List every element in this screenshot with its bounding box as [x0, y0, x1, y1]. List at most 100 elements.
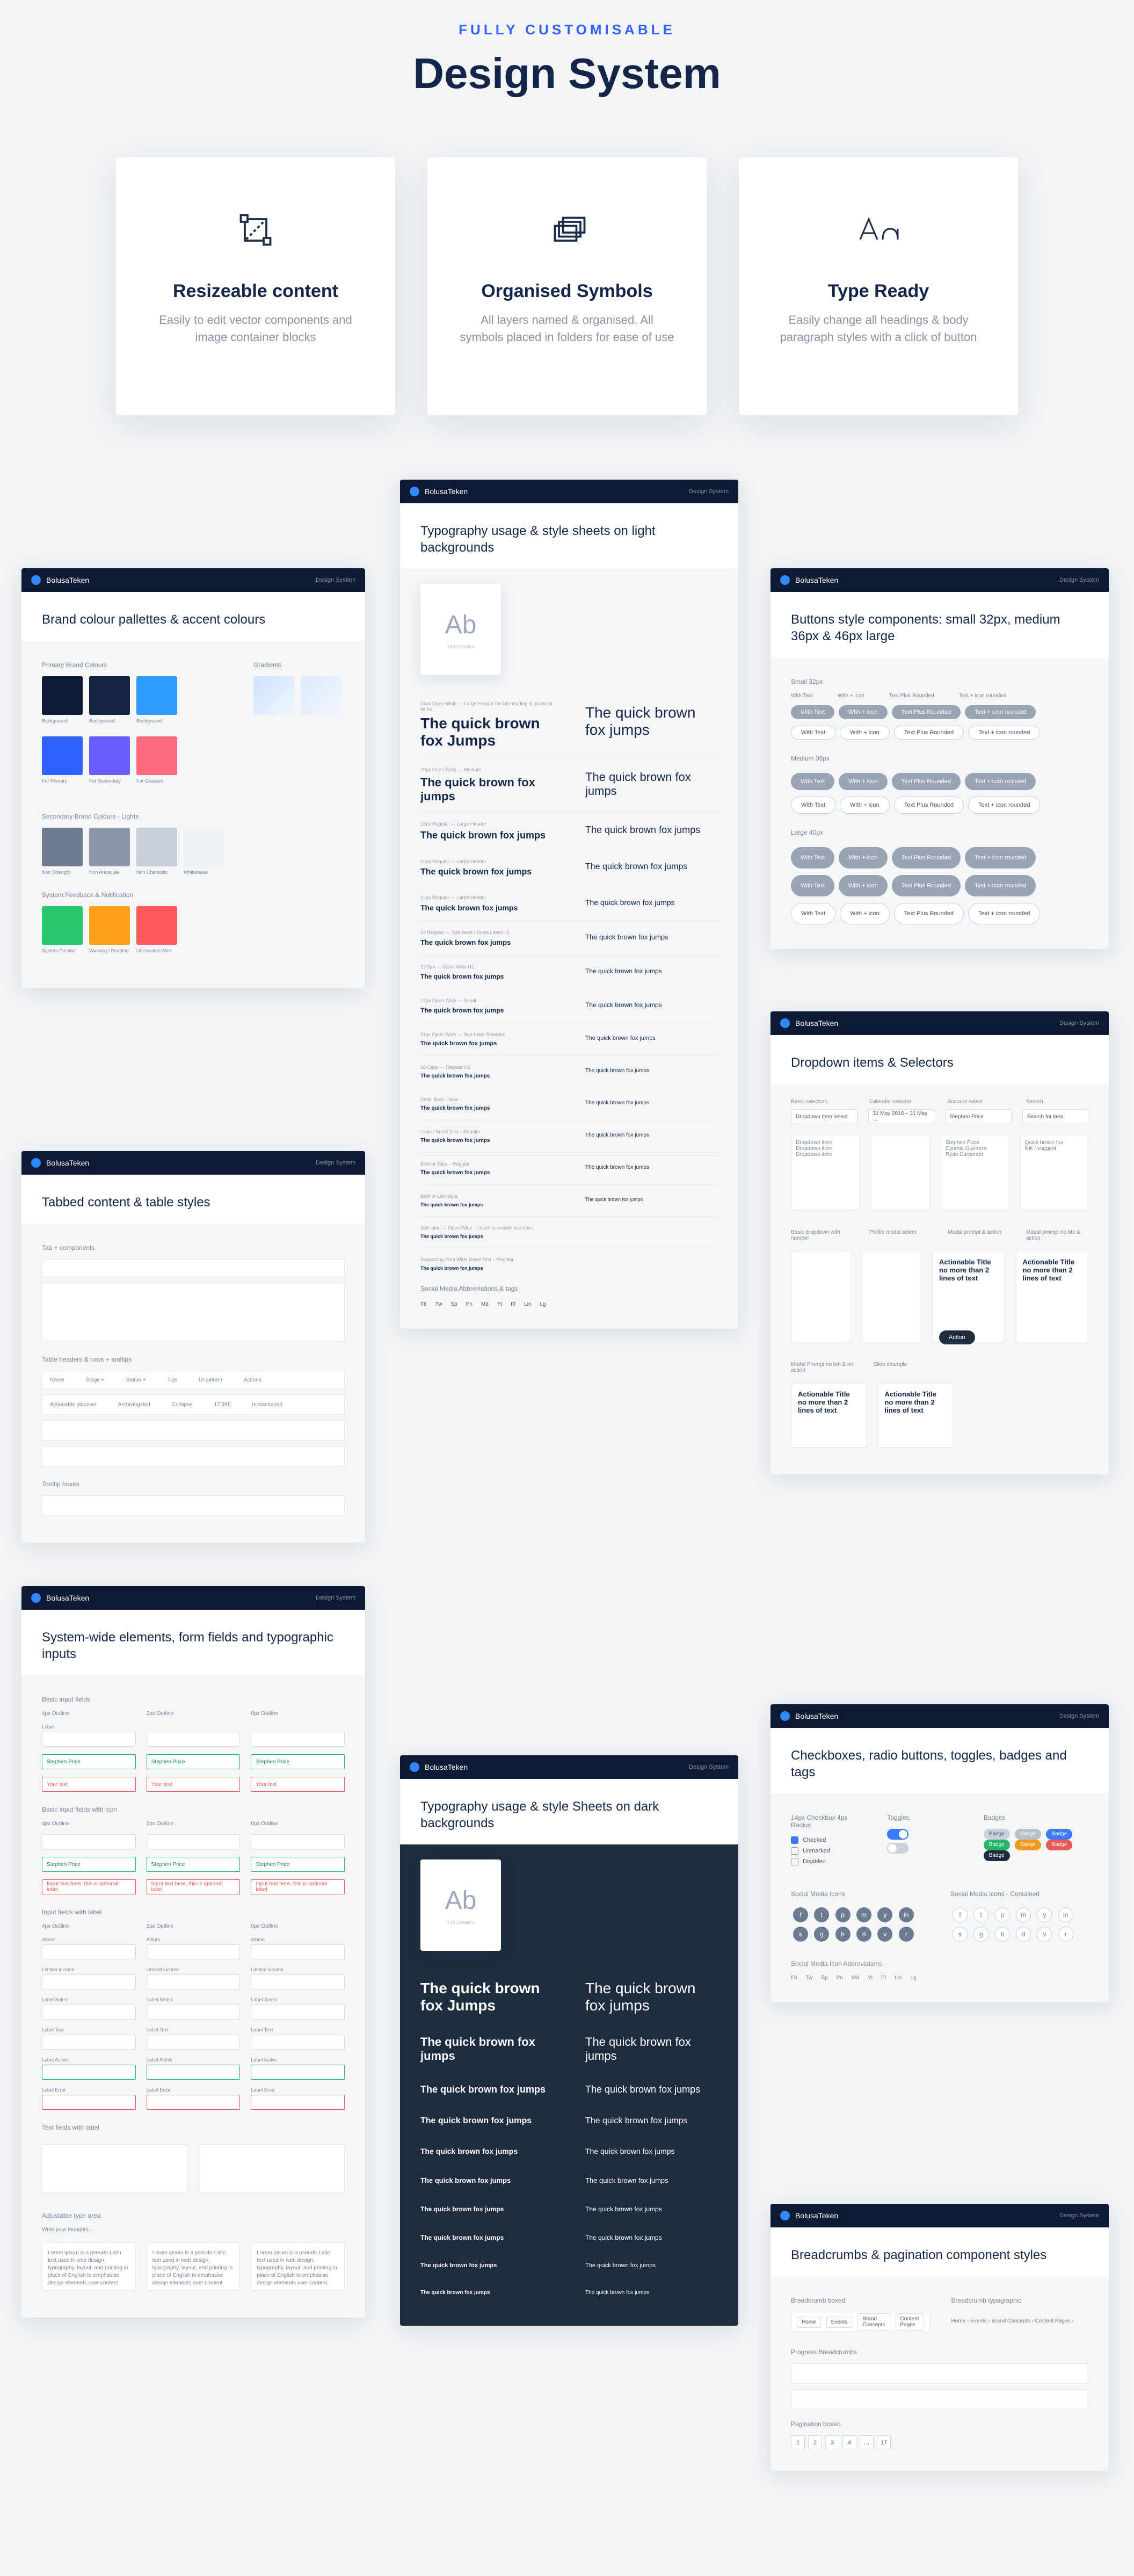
text-input[interactable]: Your text [42, 1777, 136, 1792]
breadcrumb[interactable]: HomeEventsBrand ConceptsContent Pages [791, 2312, 930, 2332]
button[interactable]: Text Plus Rounded [892, 847, 961, 869]
text-input[interactable] [42, 2065, 136, 2080]
social-icon[interactable]: m [856, 1907, 871, 1922]
text-input[interactable] [147, 2065, 241, 2080]
text-input[interactable] [251, 2035, 345, 2050]
text-input[interactable] [251, 1944, 345, 1959]
button[interactable]: With + icon [839, 773, 888, 790]
text-input[interactable] [42, 2005, 136, 2020]
icon-input[interactable] [147, 1834, 241, 1849]
textarea[interactable]: Lorem ipsum is a pseudo-Latin text used … [251, 2242, 345, 2291]
button[interactable]: With + icon [840, 726, 890, 740]
button[interactable]: Text Plus Rounded [892, 773, 961, 790]
dropdown[interactable]: Dropdown Item select [791, 1109, 857, 1124]
checkbox[interactable]: Unmarked [791, 1847, 866, 1855]
toggle-on[interactable] [887, 1829, 908, 1840]
text-input[interactable]: Your text [147, 1777, 241, 1792]
search-suggest[interactable]: Quick brown fox link / suggest [1020, 1135, 1089, 1210]
page-number[interactable]: 4 [842, 2435, 856, 2449]
button[interactable]: Text + icon rounded [968, 903, 1040, 924]
button[interactable]: Text + icon rounded [965, 773, 1036, 790]
button[interactable]: Text + icon rounded [965, 847, 1036, 869]
text-input[interactable]: Stephen Price [251, 1754, 345, 1769]
social-icon[interactable]: y [877, 1907, 892, 1922]
button[interactable]: Text Plus Rounded [892, 875, 961, 896]
page-number[interactable]: 2 [808, 2435, 822, 2449]
text-input[interactable] [147, 2095, 241, 2110]
button[interactable]: With + icon [840, 797, 890, 814]
button[interactable]: Text + icon rounded [965, 875, 1036, 896]
text-input[interactable] [251, 1974, 345, 1989]
text-input[interactable] [42, 1974, 136, 1989]
text-input[interactable] [42, 1944, 136, 1959]
button[interactable]: Text Plus Rounded [894, 903, 964, 924]
button[interactable]: Text + icon rounded [968, 797, 1040, 814]
text-input[interactable] [251, 2095, 345, 2110]
text-input[interactable]: Your text [251, 1777, 345, 1792]
table-row[interactable] [42, 1446, 345, 1466]
dropdown-open[interactable]: Dropdown item Dropdown item Dropdown ite… [791, 1135, 860, 1210]
button[interactable]: Text + icon rounded [968, 726, 1040, 740]
button[interactable]: With Text [791, 773, 834, 790]
button[interactable]: Text + icon rounded [965, 705, 1036, 719]
text-input[interactable] [251, 2005, 345, 2020]
slide-example[interactable]: Actionable Title no more than 2 lines of… [878, 1383, 954, 1448]
textarea[interactable] [42, 2144, 188, 2193]
modal-prompt[interactable]: Actionable Title no more than 2 lines of… [1016, 1251, 1089, 1342]
button[interactable]: With Text [791, 847, 834, 869]
account-select[interactable]: Stephen Price [945, 1109, 1012, 1124]
textarea[interactable]: Lorem ipsum is a pseudo-Latin text used … [147, 2242, 241, 2291]
calendar[interactable] [870, 1135, 931, 1210]
text-input[interactable] [147, 1732, 241, 1747]
text-input[interactable] [251, 2065, 345, 2080]
pagination[interactable]: 1234 …17 [791, 2435, 1088, 2449]
text-input[interactable] [147, 1974, 241, 1989]
icon-input[interactable] [251, 1834, 345, 1849]
breadcrumb[interactable]: Home › Events › Brand Concepts › Content… [951, 2312, 1088, 2331]
button[interactable]: With + icon [840, 903, 890, 924]
textarea[interactable]: Lorem ipsum is a pseudo-Latin text used … [42, 2242, 136, 2291]
account-list[interactable]: Stephen Price Cynthia Guerrero Ryan Carp… [941, 1135, 1009, 1210]
button[interactable]: With Text [791, 797, 835, 814]
social-icon[interactable]: f [793, 1907, 808, 1922]
button[interactable]: With + icon [839, 875, 888, 896]
checkbox[interactable]: Disabled [791, 1858, 866, 1865]
social-icon[interactable]: p [835, 1907, 851, 1922]
modal-button[interactable]: Action [939, 1330, 975, 1344]
social-icon[interactable]: in [899, 1907, 914, 1922]
text-input[interactable] [147, 2005, 241, 2020]
profile-modal[interactable] [862, 1251, 922, 1342]
textarea[interactable] [199, 2144, 345, 2193]
text-input[interactable]: Stephen Price [147, 1754, 241, 1769]
button[interactable]: With + icon [839, 705, 888, 719]
checkbox[interactable]: Checked [791, 1836, 866, 1844]
text-input[interactable] [251, 1732, 345, 1747]
text-input[interactable]: Stephen Price [42, 1754, 136, 1769]
button[interactable]: With Text [791, 875, 834, 896]
date-range[interactable]: 31 May 2016 – 31 May … [868, 1109, 935, 1124]
page-number[interactable]: … [860, 2435, 874, 2449]
text-input[interactable] [42, 1732, 136, 1747]
toggle-off[interactable] [887, 1843, 908, 1854]
icon-input[interactable] [42, 1834, 136, 1849]
button[interactable]: Text Plus Rounded [894, 726, 964, 740]
modal-prompt[interactable]: Actionable Title no more than 2 lines of… [932, 1251, 1005, 1342]
text-input[interactable] [42, 2035, 136, 2050]
number-dropdown[interactable] [791, 1251, 851, 1342]
page-number[interactable]: 3 [825, 2435, 839, 2449]
button[interactable]: With Text [791, 903, 835, 924]
text-input[interactable] [147, 2035, 241, 2050]
page-number[interactable]: 17 [877, 2435, 891, 2449]
modal-prompt[interactable]: Actionable Title no more than 2 lines of… [791, 1383, 867, 1448]
table-row[interactable]: Actionable placesetArchivingstedCollapse… [42, 1394, 345, 1415]
button[interactable]: Text Plus Rounded [892, 705, 961, 719]
button[interactable]: With Text [791, 705, 834, 719]
text-input[interactable] [147, 1944, 241, 1959]
button[interactable]: With Text [791, 726, 835, 740]
page-number[interactable]: 1 [791, 2435, 805, 2449]
search-input[interactable]: Search for item [1022, 1109, 1089, 1124]
table-row[interactable] [42, 1420, 345, 1441]
text-input[interactable] [42, 2095, 136, 2110]
button[interactable]: With + icon [839, 847, 888, 869]
social-icon[interactable]: t [814, 1907, 829, 1922]
